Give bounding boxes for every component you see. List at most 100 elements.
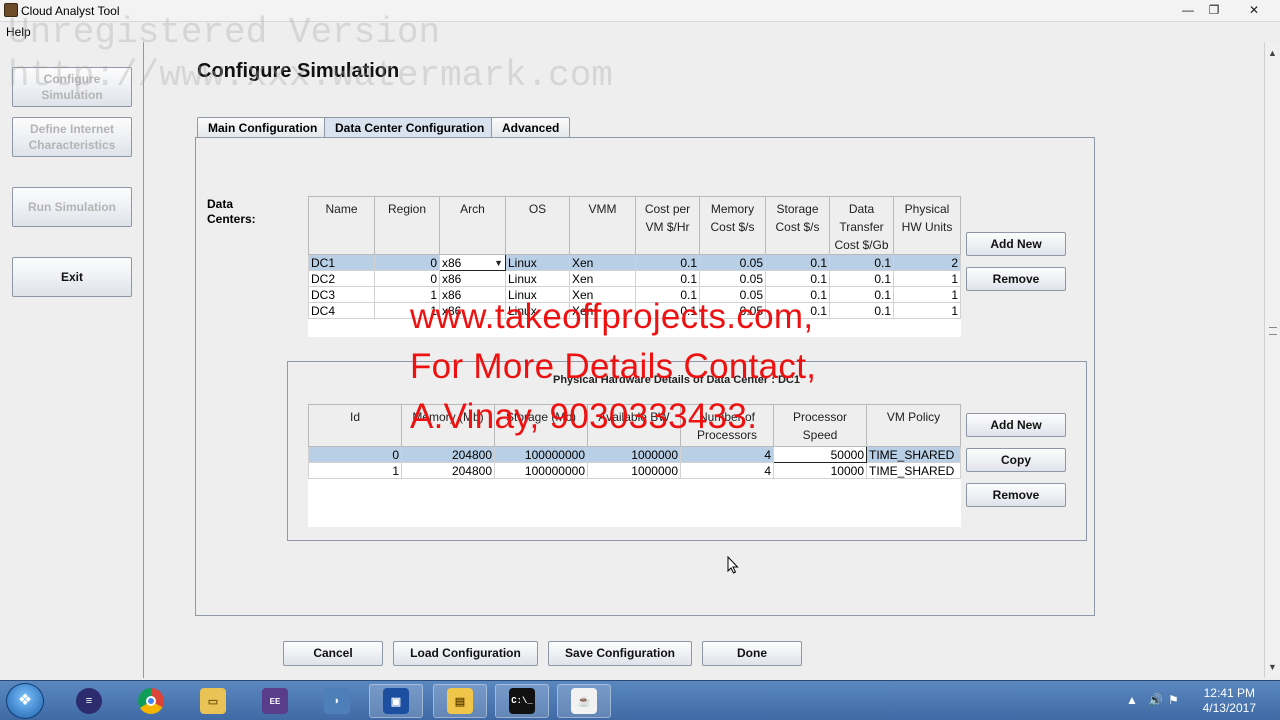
cell-storage-cost[interactable]: 0.1 bbox=[765, 254, 830, 271]
cell-os[interactable]: Linux bbox=[505, 270, 570, 287]
tab-advanced[interactable]: Advanced bbox=[491, 117, 571, 138]
network-icon[interactable]: ⚑ bbox=[1168, 693, 1179, 707]
cell-name[interactable]: DC2 bbox=[308, 270, 375, 287]
copy-hardware-button[interactable]: Copy bbox=[966, 448, 1066, 472]
arch-select[interactable]: ▼ x86 bbox=[439, 254, 506, 271]
cell-bw[interactable]: 1000000 bbox=[587, 462, 681, 479]
cell-name[interactable]: DC3 bbox=[308, 286, 375, 303]
cell-transfer-cost[interactable]: 0.1 bbox=[829, 254, 894, 271]
java-ee-ide-icon[interactable]: EE bbox=[248, 684, 302, 718]
cell-storage[interactable]: 100000000 bbox=[494, 462, 588, 479]
windows-start-icon[interactable]: ❖ bbox=[6, 683, 44, 719]
column-header[interactable]: OS bbox=[505, 196, 570, 255]
cell-transfer-cost[interactable]: 0.1 bbox=[829, 270, 894, 287]
cell-transfer-cost[interactable]: 0.1 bbox=[829, 286, 894, 303]
column-header[interactable]: Arch bbox=[439, 196, 506, 255]
remove-datacenter-button[interactable]: Remove bbox=[966, 267, 1066, 291]
cell-processors[interactable]: 4 bbox=[680, 446, 774, 463]
column-header[interactable]: VM Policy bbox=[866, 404, 961, 447]
cell-id[interactable]: 0 bbox=[308, 446, 402, 463]
overlay-contact-text: For More Details Contact, bbox=[410, 347, 817, 386]
cell-os[interactable]: Linux bbox=[505, 254, 570, 271]
cell-region[interactable]: 0 bbox=[374, 254, 440, 271]
cell-hw-units[interactable]: 2 bbox=[893, 254, 961, 271]
cell-hw-units[interactable]: 1 bbox=[893, 302, 961, 319]
virtualbox-icon[interactable]: ▣ bbox=[369, 684, 423, 718]
cancel-button[interactable]: Cancel bbox=[283, 641, 383, 666]
folder-icon[interactable]: ▭ bbox=[186, 684, 240, 718]
save-configuration-button[interactable]: Save Configuration bbox=[548, 641, 692, 666]
column-header[interactable]: Processor Speed bbox=[773, 404, 867, 447]
show-hidden-icons-icon[interactable]: ▲ bbox=[1126, 693, 1138, 707]
scroll-grip-icon[interactable] bbox=[1269, 327, 1277, 335]
cell-storage[interactable]: 100000000 bbox=[494, 446, 588, 463]
cell-cost-vm[interactable]: 0.1 bbox=[635, 270, 700, 287]
system-tray: ▲ 🔊 ⚑ 12:41 PM 4/13/2017 bbox=[1120, 681, 1280, 720]
cell-vm-policy[interactable]: TIME_SHARED bbox=[866, 446, 961, 463]
cell-id[interactable]: 1 bbox=[308, 462, 402, 479]
cell-name[interactable]: DC4 bbox=[308, 302, 375, 319]
file-explorer-icon[interactable]: ▤ bbox=[433, 684, 487, 718]
cell-arch[interactable]: x86 bbox=[439, 270, 506, 287]
scroll-up-icon[interactable]: ▲ bbox=[1268, 48, 1277, 58]
maximize-button[interactable]: ❐ bbox=[1203, 2, 1225, 18]
overlay-phone-text: A.Vinay, 9030333433. bbox=[410, 397, 758, 436]
cell-storage-cost[interactable]: 0.1 bbox=[765, 270, 830, 287]
cell-vmm[interactable]: Xen bbox=[569, 270, 636, 287]
tab-main-configuration[interactable]: Main Configuration bbox=[197, 117, 329, 138]
cell-processors[interactable]: 4 bbox=[680, 462, 774, 479]
column-header[interactable]: Name bbox=[308, 196, 375, 255]
load-configuration-button[interactable]: Load Configuration bbox=[393, 641, 538, 666]
column-header[interactable]: Physical HW Units bbox=[893, 196, 961, 255]
run-simulation-button[interactable]: Run Simulation bbox=[12, 187, 132, 227]
vertical-scrollbar[interactable]: ▲ ▼ bbox=[1264, 42, 1280, 678]
column-header[interactable]: Storage Cost $/s bbox=[765, 196, 830, 255]
done-button[interactable]: Done bbox=[702, 641, 802, 666]
watermark-line-2: http://www.xxx.watermark.com bbox=[8, 55, 613, 96]
cell-region[interactable]: 0 bbox=[374, 270, 440, 287]
chrome-icon[interactable] bbox=[124, 684, 178, 718]
cell-name[interactable]: DC1 bbox=[308, 254, 375, 271]
table-row[interactable]: 0 204800 100000000 1000000 4 50000 TIME_… bbox=[308, 446, 961, 463]
remove-hardware-button[interactable]: Remove bbox=[966, 483, 1066, 507]
table-row[interactable]: 1 204800 100000000 1000000 4 10000 TIME_… bbox=[308, 462, 961, 479]
minimize-button[interactable]: — bbox=[1177, 2, 1199, 18]
scroll-down-icon[interactable]: ▼ bbox=[1268, 662, 1277, 672]
column-header[interactable]: Region bbox=[374, 196, 440, 255]
mouse-pointer-icon bbox=[727, 556, 739, 574]
cell-memory[interactable]: 204800 bbox=[401, 462, 495, 479]
volume-icon[interactable]: 🔊 bbox=[1148, 693, 1163, 707]
clock-time: 12:41 PM bbox=[1203, 686, 1255, 700]
system-clock[interactable]: 12:41 PM 4/13/2017 bbox=[1203, 686, 1256, 716]
exit-button[interactable]: Exit bbox=[12, 257, 132, 297]
java-icon[interactable]: ☕ bbox=[557, 684, 611, 718]
command-prompt-icon[interactable]: C:\_ bbox=[495, 684, 549, 718]
eclipse-icon[interactable]: ≡ bbox=[62, 684, 116, 718]
cell-memory-cost[interactable]: 0.05 bbox=[699, 254, 766, 271]
column-header[interactable]: Memory Cost $/s bbox=[699, 196, 766, 255]
add-datacenter-button[interactable]: Add New bbox=[966, 232, 1066, 256]
add-hardware-button[interactable]: Add New bbox=[966, 413, 1066, 437]
tab-data-center-configuration[interactable]: Data Center Configuration bbox=[324, 117, 496, 138]
define-internet-characteristics-button[interactable]: Define Internet Characteristics bbox=[12, 117, 132, 157]
cell-hw-units[interactable]: 1 bbox=[893, 286, 961, 303]
cell-vmm[interactable]: Xen bbox=[569, 254, 636, 271]
cell-cost-vm[interactable]: 0.1 bbox=[635, 254, 700, 271]
column-header[interactable]: Cost per VM $/Hr bbox=[635, 196, 700, 255]
column-header[interactable]: Data Transfer Cost $/Gb bbox=[829, 196, 894, 255]
cell-memory-cost[interactable]: 0.05 bbox=[699, 270, 766, 287]
cell-vm-policy[interactable]: TIME_SHARED bbox=[866, 462, 961, 479]
cell-memory[interactable]: 204800 bbox=[401, 446, 495, 463]
cell-transfer-cost[interactable]: 0.1 bbox=[829, 302, 894, 319]
table-row[interactable]: DC1 0 ▼ x86 Linux Xen 0.1 0.05 0.1 0.1 2 bbox=[308, 254, 961, 271]
chevron-down-icon[interactable]: ▼ bbox=[494, 256, 503, 270]
cell-bw[interactable]: 1000000 bbox=[587, 446, 681, 463]
processor-speed-field[interactable]: 50000 bbox=[773, 446, 867, 463]
column-header[interactable]: VMM bbox=[569, 196, 636, 255]
close-button[interactable]: ✕ bbox=[1243, 2, 1265, 18]
dolphin-icon[interactable]: ◗ bbox=[310, 684, 364, 718]
table-row[interactable]: DC2 0 x86 Linux Xen 0.1 0.05 0.1 0.1 1 bbox=[308, 270, 961, 287]
column-header[interactable]: Id bbox=[308, 404, 402, 447]
cell-processor-speed[interactable]: 10000 bbox=[773, 462, 867, 479]
cell-hw-units[interactable]: 1 bbox=[893, 270, 961, 287]
